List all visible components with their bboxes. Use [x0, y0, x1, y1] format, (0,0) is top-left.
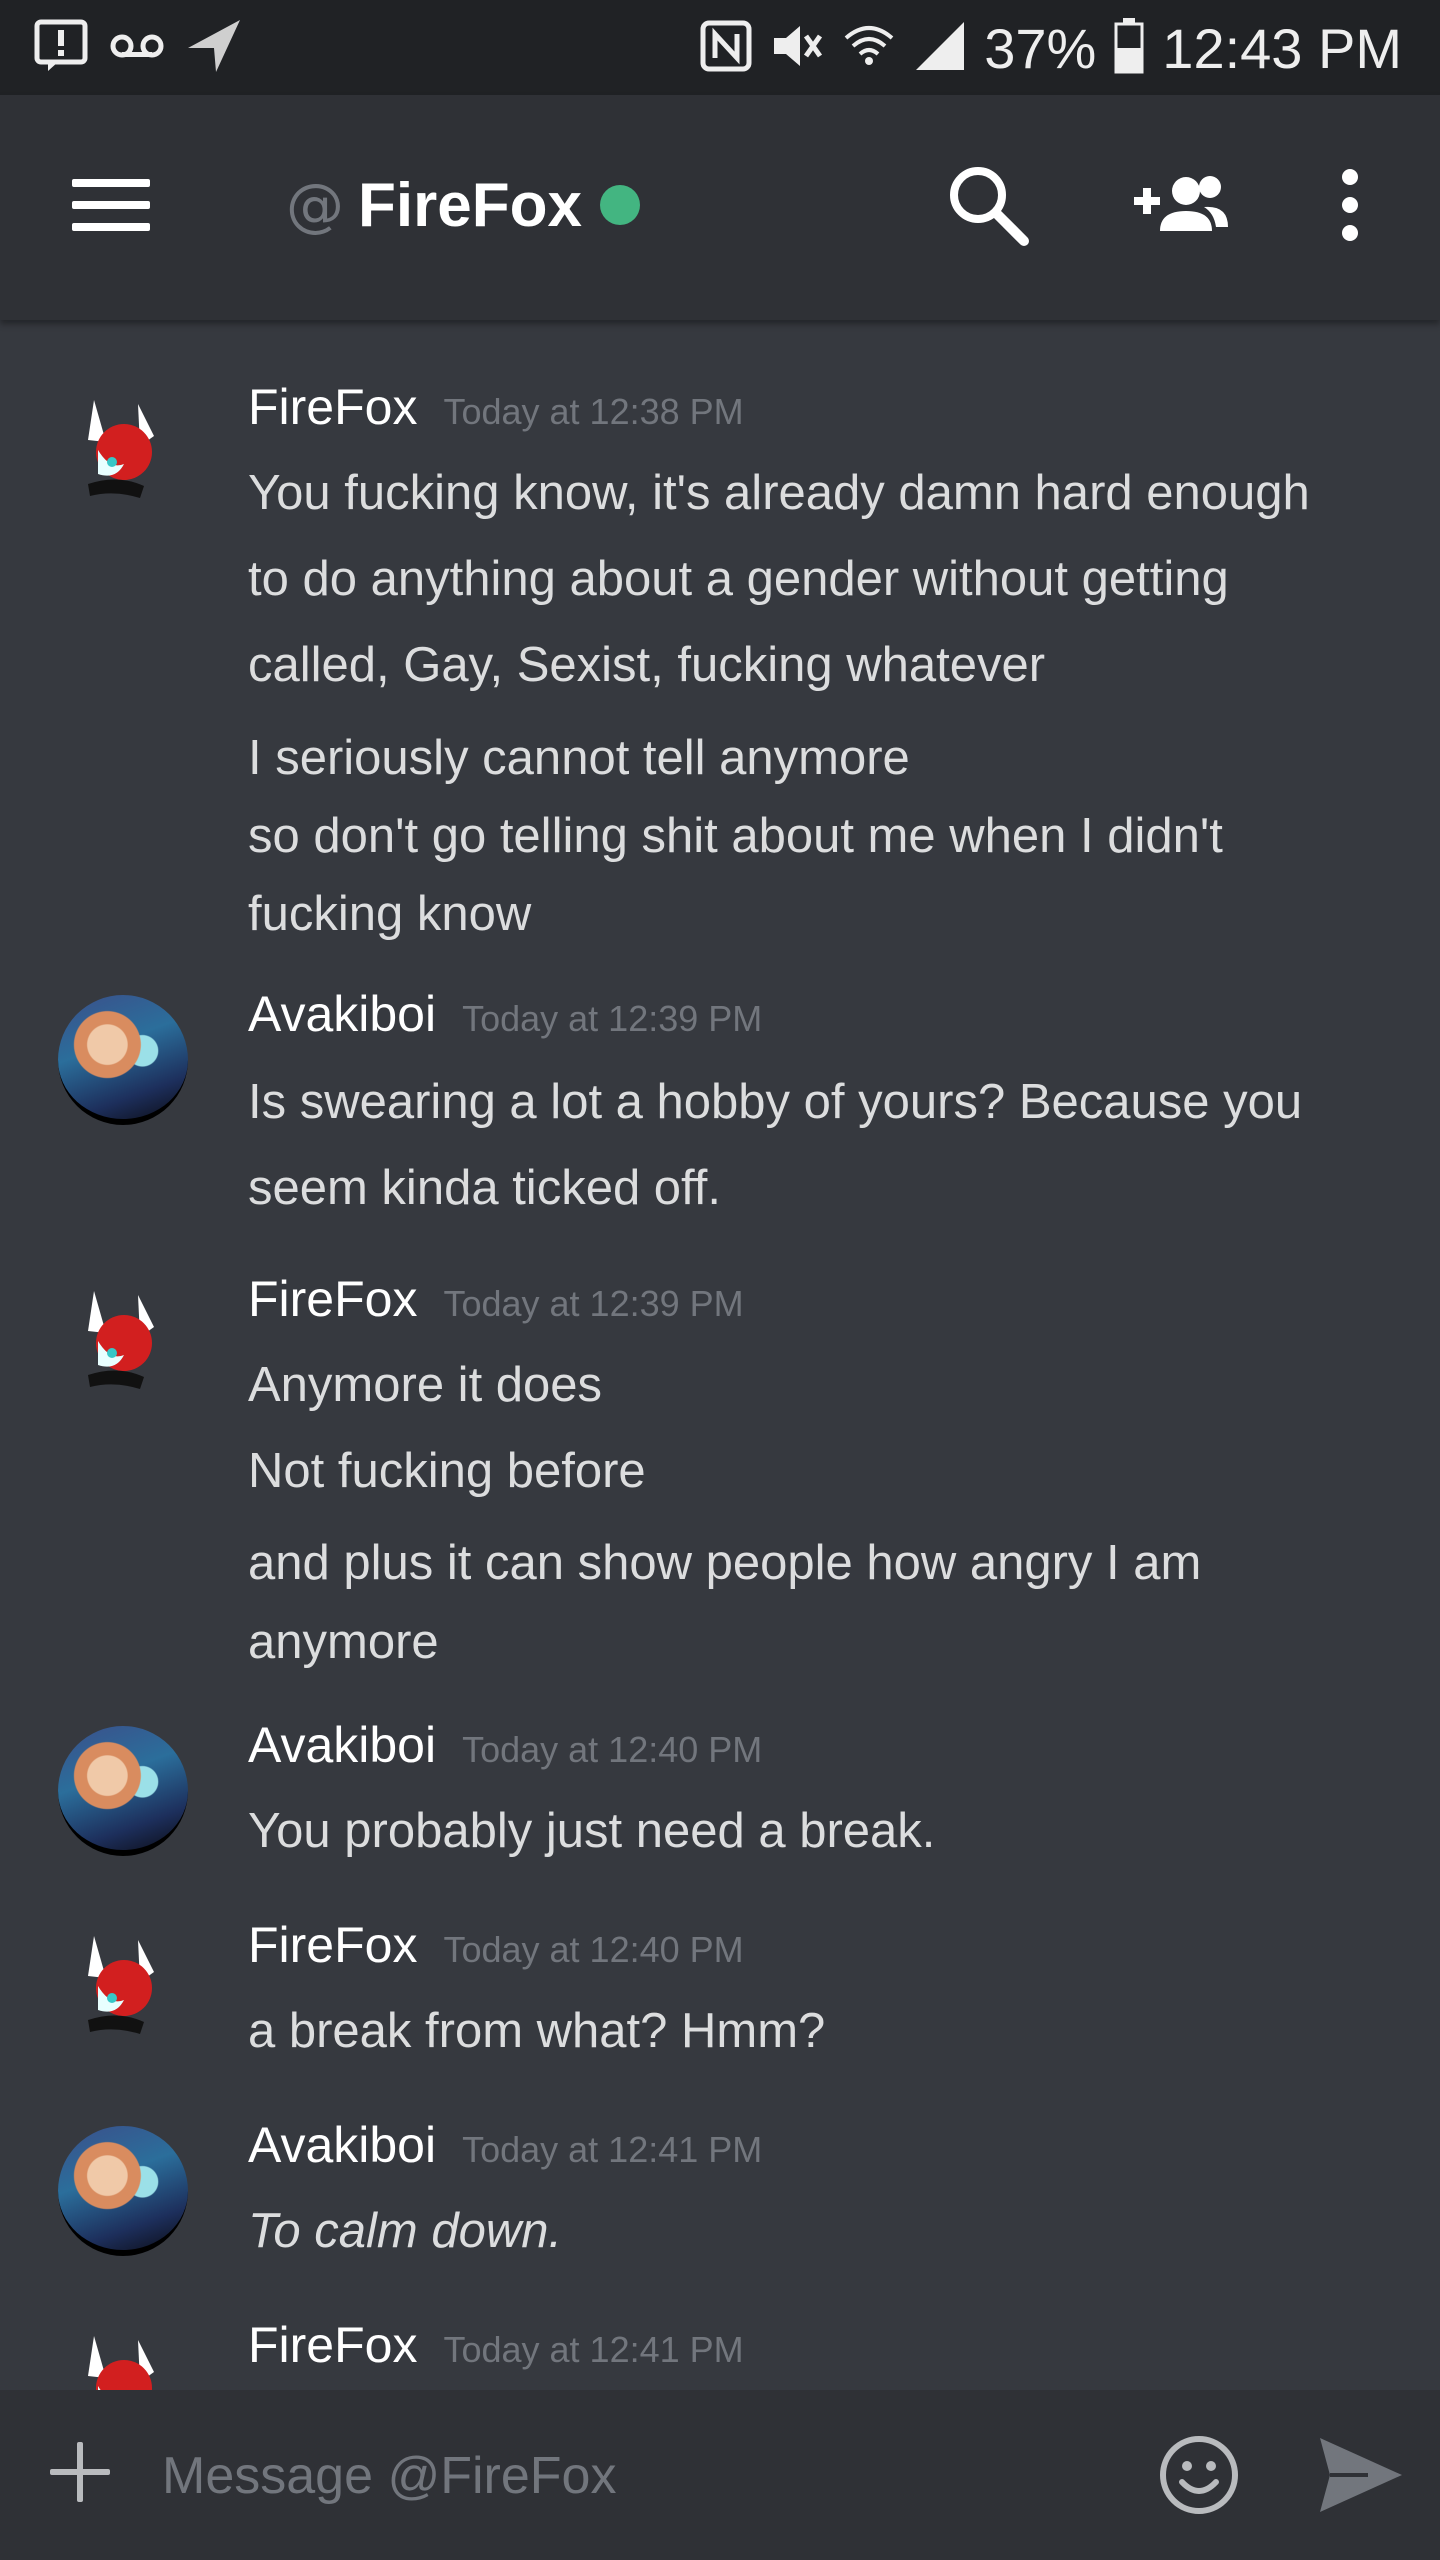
message-input[interactable] [160, 2430, 1124, 2522]
avakiboi-avatar[interactable] [58, 995, 188, 1125]
send-arrow-icon [186, 18, 242, 78]
menu-button[interactable] [72, 175, 150, 235]
emoji-button[interactable] [1158, 2434, 1240, 2516]
attach-button[interactable] [50, 2442, 110, 2502]
message-author[interactable]: Avakiboi [248, 985, 436, 1043]
firefox-avatar[interactable] [58, 1926, 188, 2056]
message-text: fucking know [248, 887, 532, 941]
message-author[interactable]: Avakiboi [248, 2116, 436, 2174]
channel-name: FireFox [358, 170, 582, 240]
message-text: To calm down. [248, 2204, 563, 2258]
channel-title: @ FireFox [286, 165, 640, 245]
message-header: FireFox Today at 12:39 PM [248, 1270, 744, 1328]
at-symbol: @ [286, 171, 344, 239]
message-timestamp: Today at 12:41 PM [462, 2129, 763, 2170]
channel-header: @ FireFox [0, 95, 1440, 320]
wifi-icon [842, 20, 896, 76]
menu-icon-bar [72, 201, 150, 209]
plus-icon-bar [50, 2469, 110, 2475]
search-button[interactable] [940, 157, 1036, 253]
message-text: seem kinda ticked off. [248, 1161, 722, 1215]
message-text: and plus it can show people how angry I … [248, 1536, 1202, 1590]
message-composer [0, 2390, 1440, 2560]
firefox-avatar[interactable] [58, 2326, 188, 2390]
avakiboi-avatar[interactable] [58, 2126, 188, 2256]
status-bar-right: 37% 12:43 PM [700, 12, 1402, 84]
message-timestamp: Today at 12:40 PM [462, 1729, 763, 1770]
message-timestamp: Today at 12:39 PM [443, 1283, 744, 1324]
emoji-icon [1160, 2436, 1238, 2514]
message-text: You fucking know, it's already damn hard… [248, 466, 1310, 520]
status-bar: 37% 12:43 PM [0, 0, 1440, 95]
alert-icon [34, 19, 88, 77]
signal-icon [914, 20, 966, 76]
status-time: 12:43 PM [1162, 16, 1402, 80]
menu-icon [72, 179, 150, 187]
message-author[interactable]: FireFox [248, 378, 417, 436]
message-timestamp: Today at 12:38 PM [443, 391, 744, 432]
message-author[interactable]: Avakiboi [248, 1716, 436, 1774]
battery-percent: 37% [984, 16, 1097, 80]
firefox-avatar[interactable] [58, 390, 188, 520]
message-timestamp: Today at 12:41 PM [443, 2329, 744, 2370]
search-icon [950, 167, 1029, 246]
message-text: to do anything about a gender without ge… [248, 552, 1229, 606]
status-bar-left [34, 18, 242, 78]
message-timestamp: Today at 12:40 PM [443, 1929, 744, 1970]
message-header: Avakiboi Today at 12:39 PM [248, 985, 762, 1043]
message-text: Anymore it does [248, 1358, 603, 1412]
message-timestamp: Today at 12:39 PM [462, 998, 763, 1039]
message-header: FireFox Today at 12:40 PM [248, 1916, 744, 1974]
send-icon [1320, 2438, 1402, 2512]
battery-icon [1114, 18, 1144, 78]
message-text: anymore [248, 1615, 439, 1669]
message-header: FireFox Today at 12:41 PM [248, 2316, 744, 2374]
add-friend-button[interactable] [1130, 157, 1228, 253]
message-header: Avakiboi Today at 12:40 PM [248, 1716, 762, 1774]
message-text: called, Gay, Sexist, fucking whatever [248, 638, 1046, 692]
vibrate-icon [770, 20, 824, 76]
avakiboi-avatar[interactable] [58, 1726, 188, 1856]
add-friend-icon [1134, 176, 1228, 231]
send-button[interactable] [1318, 2436, 1404, 2514]
message-list[interactable]: FireFox Today at 12:38 PM You fucking kn… [0, 320, 1440, 2390]
message-author[interactable]: FireFox [248, 2316, 417, 2374]
message-author[interactable]: FireFox [248, 1270, 417, 1328]
message-text: I seriously cannot tell anymore [248, 731, 910, 785]
message-text: Is swearing a lot a hobby of yours? Beca… [248, 1075, 1303, 1129]
message-header: Avakiboi Today at 12:41 PM [248, 2116, 762, 2174]
nfc-icon [700, 20, 752, 76]
firefox-avatar[interactable] [58, 1281, 188, 1411]
message-text: a break from what? Hmm? [248, 2004, 826, 2058]
more-vertical-icon [1342, 169, 1358, 241]
more-options-button[interactable] [1302, 157, 1398, 253]
message-author[interactable]: FireFox [248, 1916, 417, 1974]
menu-icon-bar [72, 223, 150, 231]
message-text: Not fucking before [248, 1444, 646, 1498]
message-text: You probably just need a break. [248, 1804, 936, 1858]
message-text: so don't go telling shit about me when I… [248, 809, 1223, 863]
online-status-icon [599, 185, 640, 225]
voicemail-icon [110, 31, 164, 65]
message-header: FireFox Today at 12:38 PM [248, 378, 744, 436]
